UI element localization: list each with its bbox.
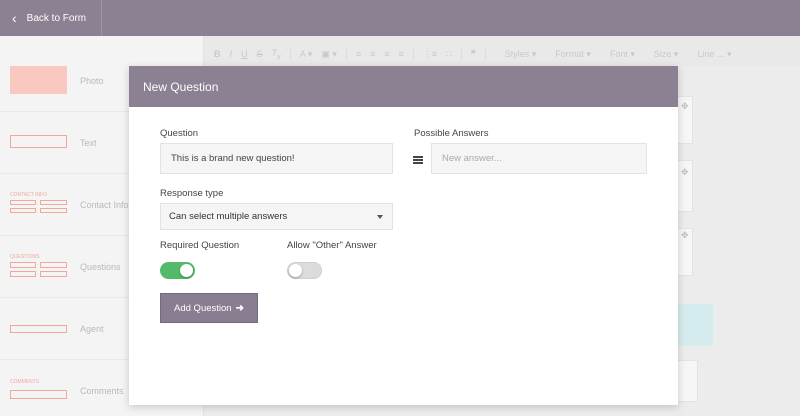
toggle-knob <box>289 264 302 277</box>
form-block <box>676 360 698 402</box>
question-label: Question <box>160 128 199 139</box>
quote-icon[interactable]: ❞ <box>471 49 476 60</box>
questions-thumbnail: QUESTIONS <box>10 254 67 278</box>
font-dropdown[interactable]: Font ▾ <box>610 49 635 60</box>
new-question-modal: New Question Question Possible Answers R… <box>129 66 678 405</box>
italic-icon[interactable]: I <box>230 49 233 59</box>
move-icon[interactable]: ✥ <box>681 167 689 178</box>
agent-thumbnail <box>10 325 67 333</box>
modal-header: New Question <box>129 66 678 107</box>
thumbnail-caption: CONTACT INFO <box>10 192 48 198</box>
bold-icon[interactable]: B <box>214 49 221 59</box>
allow-other-toggle[interactable] <box>287 262 322 279</box>
numbered-list-icon[interactable]: ⋮≡ <box>423 49 437 60</box>
clear-format-icon[interactable]: Tx <box>272 48 281 61</box>
background-color-icon[interactable]: ▣ ▾ <box>321 49 337 60</box>
response-type-select[interactable]: Can select multiple answers <box>160 203 393 230</box>
bullet-list-icon[interactable]: ∷ <box>446 49 452 60</box>
response-type-label: Response type <box>160 188 224 199</box>
sidebar-item-label: Comments <box>80 386 124 396</box>
required-question-toggle[interactable] <box>160 262 195 279</box>
sidebar-item-label: Photo <box>80 76 104 86</box>
move-icon[interactable]: ✥ <box>681 230 689 241</box>
comments-thumbnail: COMMENTS <box>10 379 67 403</box>
question-input[interactable] <box>160 143 393 174</box>
text-color-icon[interactable]: A ▾ <box>300 49 313 60</box>
contact-info-thumbnail: CONTACT INFO <box>10 192 67 214</box>
selected-block <box>676 304 713 346</box>
back-label: Back to Form <box>26 12 87 24</box>
caret-down-icon <box>377 215 383 219</box>
new-answer-input[interactable] <box>431 143 647 174</box>
arrow-right-icon: ➜ <box>235 302 244 314</box>
top-bar: ‹ Back to Form <box>0 0 800 36</box>
required-question-label: Required Question <box>160 240 240 251</box>
toolbar-divider <box>412 48 414 60</box>
editor-toolbar: B I U S Tx A ▾ ▣ ▾ ≡ ≡ ≡ ≡ ⋮≡ ∷ ❞ Styles… <box>204 42 800 66</box>
toolbar-divider <box>484 48 486 60</box>
line-dropdown[interactable]: Line ... ▾ <box>697 49 731 60</box>
format-dropdown[interactable]: Format ▾ <box>555 49 591 60</box>
align-justify-icon[interactable]: ≡ <box>399 49 404 59</box>
response-type-value: Can select multiple answers <box>169 211 288 222</box>
sidebar-item-label: Contact Info <box>80 200 129 210</box>
toggle-knob <box>180 264 193 277</box>
back-to-form-button[interactable]: ‹ Back to Form <box>0 0 102 36</box>
chevron-left-icon: ‹ <box>12 10 17 26</box>
toolbar-divider <box>460 48 462 60</box>
align-left-icon[interactable]: ≡ <box>356 49 361 59</box>
add-question-button[interactable]: Add Question ➜ <box>160 293 258 323</box>
size-dropdown[interactable]: Size ▾ <box>654 49 679 60</box>
move-icon[interactable]: ✥ <box>681 101 689 112</box>
possible-answers-label: Possible Answers <box>414 128 489 139</box>
modal-title: New Question <box>143 79 219 94</box>
thumbnail-caption: COMMENTS <box>10 379 40 385</box>
align-center-icon[interactable]: ≡ <box>370 49 375 59</box>
thumbnail-caption: QUESTIONS <box>10 254 40 260</box>
toolbar-divider <box>289 48 291 60</box>
styles-dropdown[interactable]: Styles ▾ <box>505 49 537 60</box>
text-thumbnail <box>10 135 67 148</box>
photo-thumbnail <box>10 66 67 94</box>
allow-other-label: Allow "Other" Answer <box>287 240 377 251</box>
drag-handle-icon[interactable] <box>413 156 423 164</box>
strikethrough-icon[interactable]: S <box>257 49 263 59</box>
sidebar-item-label: Questions <box>80 262 121 272</box>
sidebar-item-label: Agent <box>80 324 104 334</box>
add-question-label: Add Question <box>174 302 232 314</box>
sidebar-item-label: Text <box>80 138 97 148</box>
align-right-icon[interactable]: ≡ <box>384 49 389 59</box>
underline-icon[interactable]: U <box>241 49 248 59</box>
toolbar-divider <box>345 48 347 60</box>
